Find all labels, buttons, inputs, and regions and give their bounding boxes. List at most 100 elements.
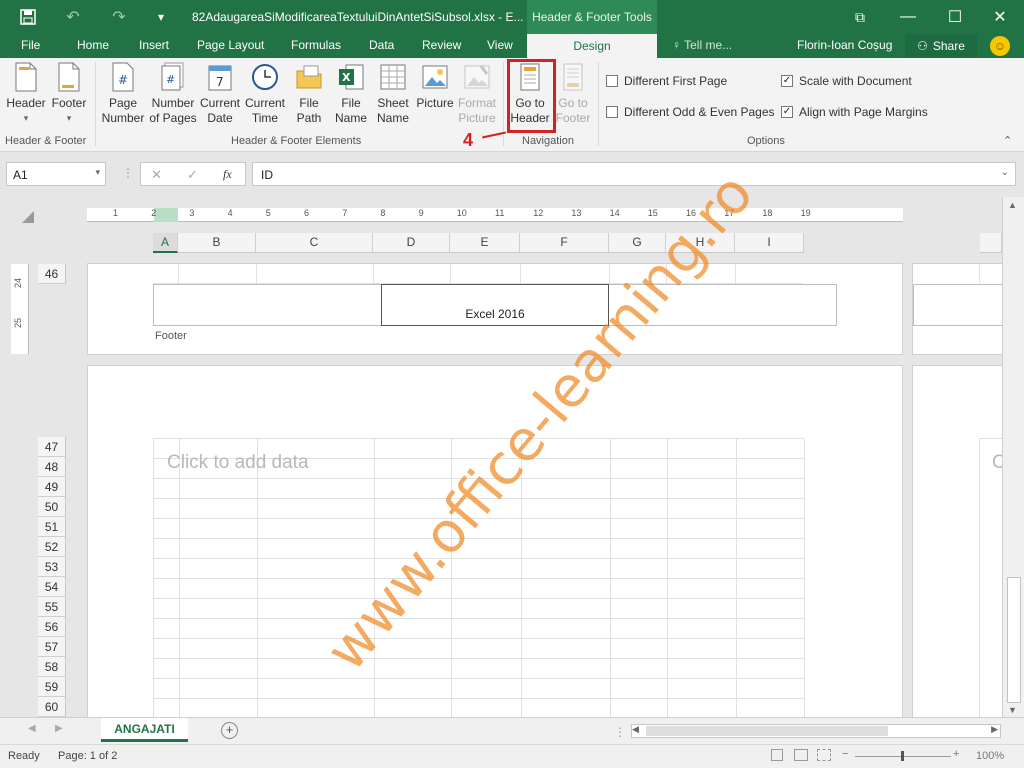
row-header-48[interactable]: 48: [38, 457, 66, 477]
scroll-up-icon[interactable]: ▲: [1008, 200, 1017, 210]
tell-me-search[interactable]: ♀ Tell me...: [672, 38, 732, 52]
tab-view[interactable]: View: [487, 38, 513, 52]
row-header-46[interactable]: 46: [38, 264, 66, 284]
column-header-c[interactable]: C: [256, 233, 373, 253]
footer-area[interactable]: Excel 2016: [153, 284, 837, 326]
tab-insert[interactable]: Insert: [139, 38, 169, 52]
column-header-g[interactable]: G: [609, 233, 666, 253]
scroll-thumb[interactable]: [1007, 577, 1021, 703]
row-header-56[interactable]: 56: [38, 617, 66, 637]
row-header-54[interactable]: 54: [38, 577, 66, 597]
drag-handle-icon[interactable]: ⋮: [122, 166, 134, 180]
tab-file[interactable]: File: [21, 38, 40, 52]
row-header-47[interactable]: 47: [38, 437, 66, 457]
column-header-a[interactable]: A: [153, 233, 178, 253]
column-header-d[interactable]: D: [373, 233, 450, 253]
header-button[interactable]: Header ▾: [6, 62, 46, 126]
zoom-out-icon[interactable]: −: [842, 748, 848, 760]
row-header-52[interactable]: 52: [38, 537, 66, 557]
current-time-button[interactable]: Current Time: [244, 62, 286, 126]
enter-icon[interactable]: ✓: [187, 167, 198, 183]
scroll-down-icon[interactable]: ▼: [1008, 705, 1017, 715]
column-header-b[interactable]: B: [178, 233, 256, 253]
file-name-button[interactable]: X File Name: [333, 62, 369, 126]
column-header-e[interactable]: E: [450, 233, 520, 253]
horizontal-scroll-thumb[interactable]: [646, 726, 888, 736]
current-date-button[interactable]: 7 Current Date: [199, 62, 241, 126]
ribbon-display-options-icon[interactable]: ⧉: [845, 0, 875, 34]
tab-data[interactable]: Data: [369, 38, 394, 52]
tab-home[interactable]: Home: [77, 38, 109, 52]
row-header-60[interactable]: 60: [38, 697, 66, 717]
new-sheet-icon[interactable]: +: [221, 722, 238, 739]
normal-view-icon[interactable]: [771, 749, 783, 761]
page-2-grid[interactable]: [153, 438, 805, 717]
scale-with-document-checkbox[interactable]: ✓ Scale with Document: [781, 74, 912, 88]
picture-button[interactable]: Picture: [415, 62, 455, 111]
vertical-scrollbar[interactable]: ▲ ▼: [1002, 197, 1024, 717]
maximize-icon[interactable]: ☐: [940, 0, 970, 34]
row-header-59[interactable]: 59: [38, 677, 66, 697]
page-layout-view-icon[interactable]: [794, 749, 808, 761]
different-first-page-checkbox[interactable]: Different First Page: [606, 74, 727, 88]
row-header-55[interactable]: 55: [38, 597, 66, 617]
cancel-icon[interactable]: ✕: [151, 167, 162, 183]
scroll-tabs-right-icon[interactable]: ▶: [55, 723, 63, 734]
tab-page-layout[interactable]: Page Layout: [197, 38, 264, 52]
align-with-margins-checkbox[interactable]: ✓ Align with Page Margins: [781, 105, 928, 119]
feedback-smiley-icon[interactable]: ☺: [990, 36, 1010, 56]
chevron-down-icon[interactable]: ▾: [95, 167, 100, 178]
tab-review[interactable]: Review: [422, 38, 461, 52]
sheet-name-button[interactable]: Sheet Name: [374, 62, 412, 126]
number-of-pages-button[interactable]: # Number of Pages: [149, 62, 197, 126]
undo-icon[interactable]: ↶: [58, 0, 88, 34]
zoom-slider[interactable]: [855, 751, 951, 761]
redo-icon[interactable]: ↷: [104, 0, 134, 34]
row-header-57[interactable]: 57: [38, 637, 66, 657]
collapse-ribbon-icon[interactable]: ⌃: [1003, 134, 1012, 147]
minimize-icon[interactable]: —: [893, 0, 923, 34]
zoom-slider-thumb[interactable]: [901, 751, 904, 761]
page-break-view-icon[interactable]: [817, 749, 831, 761]
column-header-next[interactable]: [980, 233, 1002, 253]
scroll-right-icon[interactable]: ▶: [991, 724, 998, 735]
format-picture-button[interactable]: Format Picture: [457, 62, 497, 126]
page-number-button[interactable]: # Page Number: [100, 62, 146, 126]
tab-design[interactable]: Design: [527, 34, 657, 58]
user-name[interactable]: Florin-Ioan Coșug: [797, 38, 892, 52]
insert-function-icon[interactable]: fx: [223, 167, 232, 182]
customize-quick-access-icon[interactable]: ▾: [150, 0, 172, 34]
column-header-f[interactable]: F: [520, 233, 609, 253]
horizontal-scrollbar[interactable]: ◀ ▶: [631, 724, 1001, 738]
click-to-add-data-placeholder[interactable]: Click to add data: [167, 452, 309, 474]
share-button[interactable]: ⚇ Share: [905, 34, 977, 58]
file-path-button[interactable]: File Path: [292, 62, 326, 126]
row-46-cells[interactable]: [153, 264, 803, 284]
column-header-i[interactable]: I: [735, 233, 804, 253]
go-to-footer-button[interactable]: Go to Footer: [553, 62, 593, 126]
row-header-50[interactable]: 50: [38, 497, 66, 517]
save-icon[interactable]: [14, 0, 42, 34]
column-header-h[interactable]: H: [666, 233, 735, 253]
row-header-53[interactable]: 53: [38, 557, 66, 577]
row-header-51[interactable]: 51: [38, 517, 66, 537]
worksheet-page-layout[interactable]: 1 2 3 4 5 6 7 8 9 10 11 12 13 14 15 16 17 18 19 A B C D E …: [0, 197, 1002, 717]
footer-center-section[interactable]: Excel 2016: [381, 284, 609, 326]
scroll-left-icon[interactable]: ◀: [632, 724, 639, 735]
zoom-level[interactable]: 100%: [976, 750, 1004, 762]
expand-formula-icon[interactable]: ⌄: [1001, 167, 1009, 178]
different-odd-even-checkbox[interactable]: Different Odd & Even Pages: [606, 105, 775, 119]
footer-button[interactable]: Footer ▾: [50, 62, 88, 126]
sheet-tab-angajati[interactable]: ANGAJATI: [101, 718, 188, 742]
name-box[interactable]: A1 ▾: [6, 162, 106, 186]
row-header-49[interactable]: 49: [38, 477, 66, 497]
footer-left-section[interactable]: [154, 285, 382, 325]
tab-formulas[interactable]: Formulas: [291, 38, 341, 52]
row-header-58[interactable]: 58: [38, 657, 66, 677]
zoom-in-icon[interactable]: +: [953, 748, 959, 760]
scroll-tabs-left-icon[interactable]: ◀: [28, 723, 36, 734]
close-icon[interactable]: ✕: [985, 0, 1015, 34]
splitter-handle-icon[interactable]: ⋮: [614, 725, 626, 739]
formula-input[interactable]: ID ⌄: [252, 162, 1016, 186]
select-all-corner[interactable]: [22, 211, 34, 223]
